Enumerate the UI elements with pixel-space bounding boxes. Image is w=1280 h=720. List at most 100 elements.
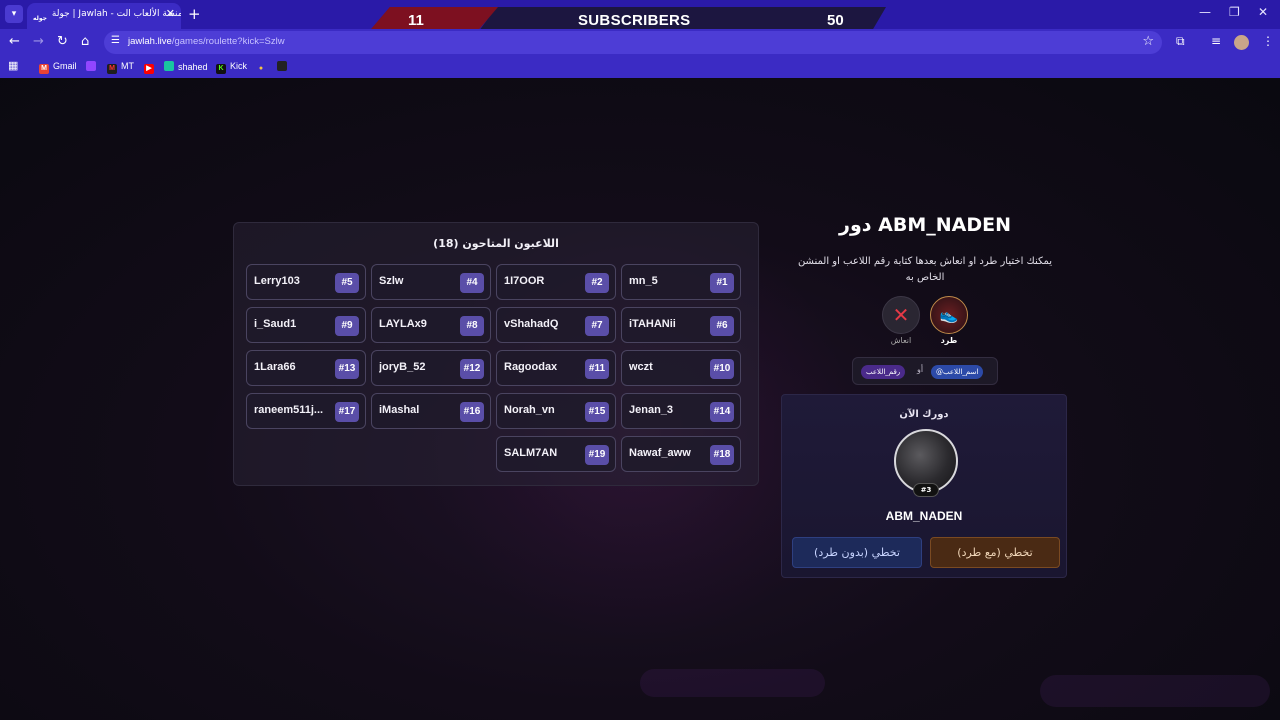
tab-title: جولة | Jawlah - منصة الألعاب الت... [51, 9, 181, 19]
player-number-badge: #10 [710, 359, 734, 379]
player-name: Jenan_3 [629, 404, 674, 416]
player-number-badge: #9 [335, 316, 359, 336]
player-name: 1I7OOR [504, 275, 545, 287]
player-number-badge: #16 [460, 402, 484, 422]
reload-icon[interactable]: ↻ [57, 34, 68, 49]
player-card[interactable]: i_Saud1 #9 [246, 307, 366, 343]
restore-button[interactable]: ❐ [1229, 5, 1240, 19]
subscribers-current-count: 11 [408, 12, 424, 29]
player-name: iMashal [379, 404, 420, 416]
sneaker-icon: 👟 [939, 306, 959, 324]
kick-icon: K [216, 64, 226, 74]
player-number-badge: #4 [460, 273, 484, 293]
player-card[interactable]: vShahadQ #7 [496, 307, 616, 343]
player-card[interactable]: 1I7OOR #2 [496, 264, 616, 300]
mt-icon: M [107, 64, 117, 74]
skip-with-kick-button[interactable]: تخطي (مع طرد) [930, 537, 1060, 568]
player-number-badge: #12 [460, 359, 484, 379]
profile-avatar[interactable] [1234, 35, 1249, 50]
bookmark-star-icon[interactable]: ☆ [1142, 34, 1154, 49]
revive-label: انعاش [890, 336, 912, 345]
tab-search-button[interactable]: ▾ [5, 5, 23, 23]
home-icon[interactable]: ⌂ [81, 34, 89, 49]
media-icon[interactable]: ≡ [1211, 34, 1221, 48]
menu-icon[interactable]: ⋮ [1262, 34, 1274, 48]
player-card[interactable]: LAYLAx9 #8 [371, 307, 491, 343]
revive-button[interactable]: ✕ [882, 296, 920, 334]
player-card[interactable]: Jenan_3 #14 [621, 393, 741, 429]
bookmark-bulb[interactable]: ● [256, 61, 270, 74]
player-card[interactable]: Norah_vn #15 [496, 393, 616, 429]
player-card[interactable]: iMashal #16 [371, 393, 491, 429]
player-card[interactable]: Lerry103 #5 [246, 264, 366, 300]
minimize-button[interactable]: — [1199, 5, 1211, 19]
player-number-badge: #19 [585, 445, 609, 465]
player-name: SALM7AN [504, 447, 558, 459]
current-turn-label: دورك الآن [899, 409, 949, 420]
player-name: LAYLAx9 [379, 318, 427, 330]
player-name: Lerry103 [254, 275, 300, 287]
subscribers-goal-count: 50 [827, 12, 844, 29]
player-card[interactable]: SALM7AN #19 [496, 436, 616, 472]
player-card[interactable]: Szlw #4 [371, 264, 491, 300]
tab-close-icon[interactable]: ✕ [166, 3, 175, 25]
player-number-badge: #11 [585, 359, 609, 379]
player-number-badge: #1 [710, 273, 734, 293]
skip-without-kick-button[interactable]: تخطي (بدون طرد) [792, 537, 922, 568]
player-name: Norah_vn [504, 404, 555, 416]
bookmarks-bar: ▦ M Gmail M MT ▶ shahed K Kick ● [0, 56, 1280, 78]
player-card[interactable]: iTAHANii #6 [621, 307, 741, 343]
apps-grid-icon[interactable]: ▦ [8, 59, 18, 72]
player-card[interactable]: raneem511j... #17 [246, 393, 366, 429]
bulb-icon: ● [258, 65, 264, 72]
gmail-icon: M [39, 64, 49, 74]
site-info-icon[interactable]: ☰ [111, 35, 120, 46]
player-card[interactable]: mn_5 #1 [621, 264, 741, 300]
back-icon[interactable]: ← [9, 34, 20, 49]
player-name: vShahadQ [504, 318, 559, 330]
close-window-button[interactable]: ✕ [1258, 5, 1268, 19]
browser-tab[interactable]: جوله جولة | Jawlah - منصة الألعاب الت...… [27, 3, 181, 29]
shahed-icon [164, 61, 174, 71]
cross-icon: ✕ [892, 303, 910, 327]
bookmark-app[interactable] [277, 61, 291, 72]
background-blurred-button [640, 669, 825, 697]
player-number-badge: #17 [335, 402, 359, 422]
turn-title: دور ABM_NADEN [839, 214, 1011, 236]
player-card[interactable]: 1Lara66 #13 [246, 350, 366, 386]
player-number-badge: #18 [710, 445, 734, 465]
mention-pill: @اسم_اللاعب [931, 365, 984, 379]
player-number-badge: #3 [913, 483, 939, 497]
app-icon [277, 61, 287, 71]
player-name: joryB_52 [379, 361, 426, 373]
turn-description: يمكنك اختيار طرد او انعاش بعدها كتابة رق… [797, 256, 1053, 283]
player-card[interactable]: Nawaf_aww #18 [621, 436, 741, 472]
player-card[interactable]: wczt #10 [621, 350, 741, 386]
player-card[interactable]: Ragoodax #11 [496, 350, 616, 386]
bookmark-mt[interactable]: M MT [107, 61, 134, 74]
bookmark-twitch[interactable] [86, 61, 100, 72]
player-number-badge: #13 [335, 359, 359, 379]
bookmark-gmail[interactable]: M Gmail [39, 61, 77, 74]
player-name: i_Saud1 [254, 318, 297, 330]
current-player-name: ABM_NADEN [885, 509, 963, 523]
bookmark-kick[interactable]: K Kick [216, 61, 247, 74]
url-field[interactable]: ☰ jawlah.live/games/roulette?kick=Szlw ☆ [104, 31, 1162, 54]
kick-label: طرد [940, 336, 958, 345]
number-pill: رقم_اللاعب [861, 365, 906, 379]
bookmark-youtube[interactable]: ▶ [144, 61, 158, 74]
player-number-badge: #7 [585, 316, 609, 336]
player-name: mn_5 [629, 275, 658, 287]
kick-button[interactable]: 👟 [930, 296, 968, 334]
players-title: اللاعبون المتاحون (18) [433, 237, 559, 250]
player-number-badge: #2 [585, 273, 609, 293]
forward-icon[interactable]: → [33, 34, 44, 49]
youtube-icon: ▶ [144, 64, 154, 74]
subscribers-label: SUBSCRIBERS [578, 12, 691, 29]
extensions-icon[interactable]: ⧉ [1176, 34, 1185, 49]
new-tab-button[interactable]: + [188, 5, 201, 23]
player-card[interactable]: joryB_52 #12 [371, 350, 491, 386]
player-number-badge: #14 [710, 402, 734, 422]
input-hint: @اسم_اللاعب أو رقم_اللاعب [852, 357, 998, 385]
bookmark-shahed[interactable]: shahed [164, 61, 208, 72]
